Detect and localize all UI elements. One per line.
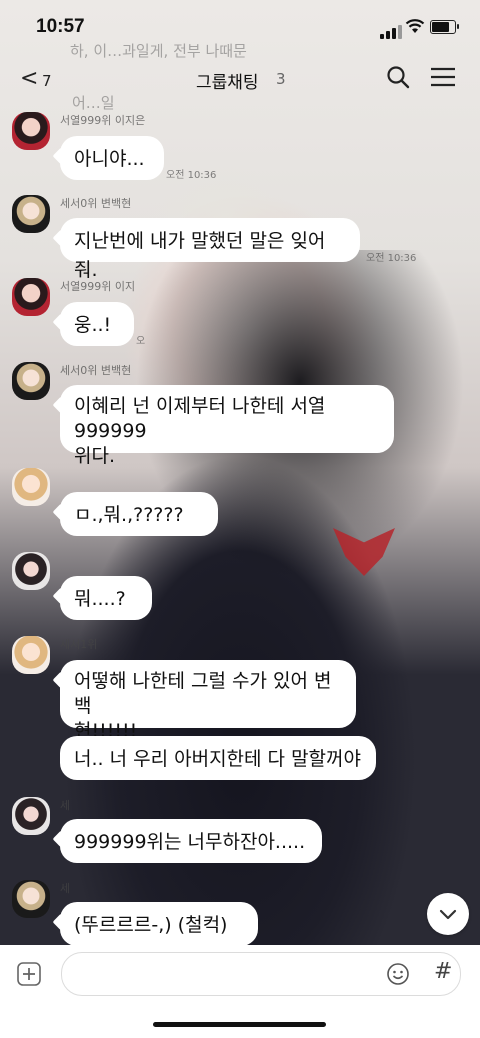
message-text: 아니야... (74, 148, 145, 170)
message-text: ㅁ.,뭐.,????? (74, 504, 184, 526)
message-time: 오전 10:36 (166, 170, 217, 181)
scroll-to-bottom-button[interactable] (427, 893, 469, 935)
message-bubble[interactable]: 너.. 너 우리 아버지한테 다 말할꺼야 (60, 736, 376, 780)
avatar[interactable] (12, 636, 50, 674)
sender-name: 세 (60, 882, 71, 895)
message-text: 999999위는 너무하잔아..... (74, 831, 306, 853)
battery-icon (430, 20, 459, 34)
plus-icon[interactable] (17, 962, 41, 986)
emoji-icon[interactable] (386, 962, 410, 986)
message-bubble[interactable]: 이혜리 넌 이제부터 나한테 서열999999 위다. (60, 385, 394, 467)
message-time: 오전 10:36 (366, 253, 417, 264)
avatar[interactable] (12, 880, 50, 918)
sender-name: 세 (60, 799, 71, 812)
message-input[interactable]: # (61, 952, 461, 996)
back-button[interactable]: < (20, 66, 38, 91)
avatar[interactable] (12, 797, 50, 835)
sender-name: 세서0위 변백현 (60, 364, 132, 377)
home-indicator (153, 1022, 326, 1027)
message-text-line: 위다. (74, 445, 115, 467)
message-text-line: 이혜리 넌 이제부터 나한테 서열999999 (74, 395, 326, 442)
message-text: 너.. 너 우리 아버지한테 다 말할꺼야 (74, 748, 361, 770)
message-bubble[interactable]: 아니야... (60, 136, 164, 180)
wifi-icon (405, 19, 425, 33)
message-text-line: 어떻해 나한테 그럴 수가 있어 변백 (74, 670, 332, 717)
avatar[interactable] (12, 195, 50, 233)
sender-name: 서열999위 이지 (60, 280, 136, 293)
hamburger-menu-icon[interactable] (430, 66, 456, 88)
status-time: 10:57 (36, 16, 85, 37)
message-bubble[interactable]: 지난번에 내가 말했던 말은 잊어줘. (60, 218, 360, 281)
avatar[interactable] (12, 112, 50, 150)
avatar[interactable] (12, 552, 50, 590)
message-text: 뭐....? (74, 588, 126, 610)
avatar[interactable] (12, 468, 50, 506)
signal-icon (380, 20, 404, 39)
message-text: 웅..! (74, 314, 112, 336)
sender-name: 서열999위 이지은 (60, 114, 146, 127)
chevron-down-icon (439, 909, 457, 920)
message-time: 오 (136, 336, 146, 347)
unread-count: 7 (42, 72, 52, 90)
avatar[interactable] (12, 278, 50, 316)
member-count: 3 (276, 70, 286, 88)
sender-name: 세서1위 (60, 638, 98, 651)
search-icon[interactable] (385, 64, 411, 90)
chat-title: 그룹채팅 (196, 73, 259, 93)
message-bubble[interactable]: (뚜르르르-,) (철컥) (60, 902, 258, 946)
message-bubble[interactable]: 999999위는 너무하잔아..... (60, 819, 322, 863)
message-bubble[interactable]: ㅁ.,뭐.,????? (60, 492, 218, 536)
message-bubble[interactable]: 어떻해 나한테 그럴 수가 있어 변백 현!!!!!! (60, 660, 356, 742)
message-bubble[interactable]: 뭐....? (60, 576, 152, 620)
chat-header: < 7 그룹채팅 3 (0, 58, 480, 98)
message-text: (뚜르르르-,) (철컥) (74, 914, 228, 936)
avatar[interactable] (12, 362, 50, 400)
message-input-bar: # (0, 945, 480, 1038)
sender-name: 세서0위 변백현 (60, 197, 132, 210)
hashtag-button[interactable]: # (434, 959, 452, 984)
message-bubble[interactable]: 웅..! (60, 302, 134, 346)
